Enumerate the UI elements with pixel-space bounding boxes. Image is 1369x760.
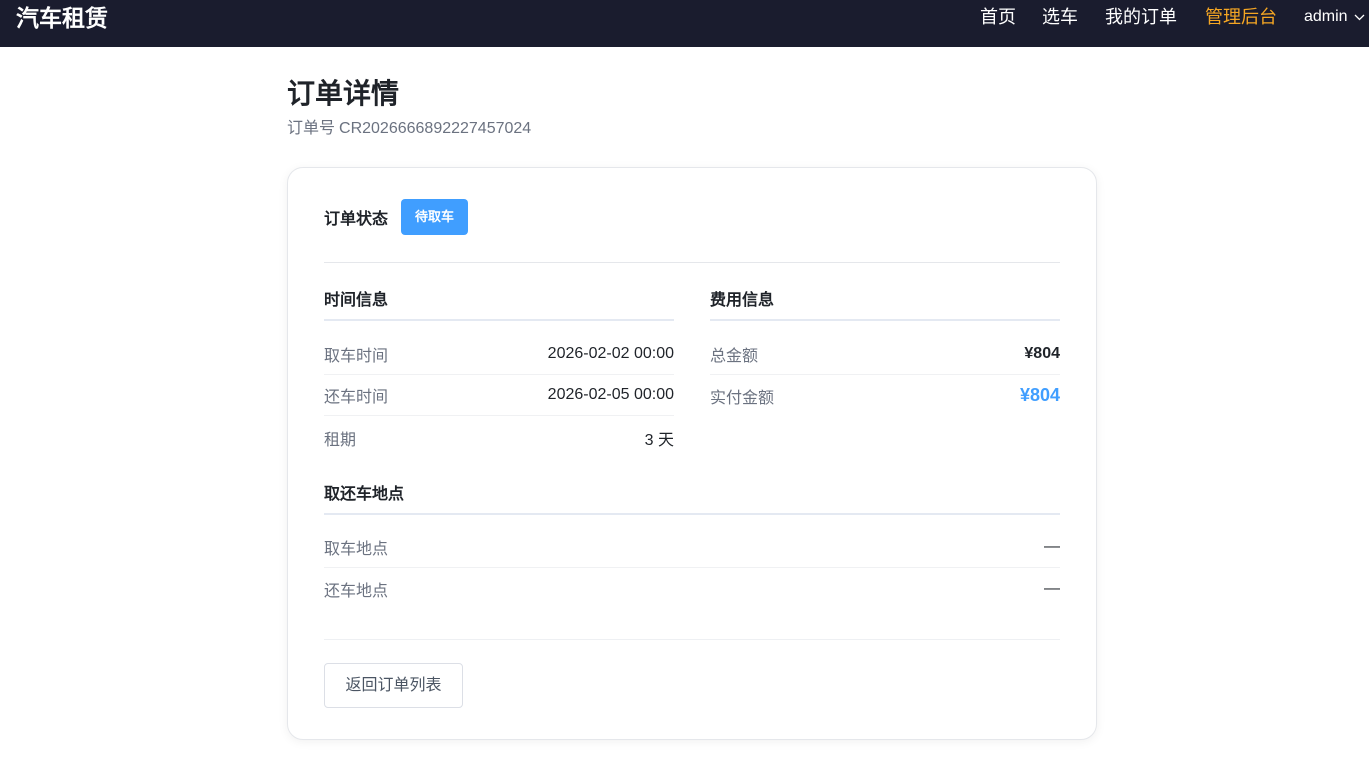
- paid-amount-value: ¥804: [1019, 385, 1060, 405]
- return-time-row: 还车时间 2026-02-05 00:00: [324, 375, 674, 416]
- user-menu[interactable]: admin: [1304, 6, 1365, 28]
- time-info-title: 时间信息: [324, 291, 674, 321]
- order-status-row: 订单状态 待取车: [324, 199, 469, 235]
- total-amount-value: ¥804: [1024, 345, 1060, 362]
- chevron-down-icon: [1354, 14, 1365, 20]
- nav-admin-link[interactable]: 管理后台: [1205, 5, 1277, 29]
- order-number-value: CR2026666892227457024: [339, 120, 532, 137]
- back-to-orders-button[interactable]: 返回订单列表: [324, 663, 463, 708]
- rental-period-value: 3 天: [644, 431, 674, 449]
- rental-period-label: 租期: [324, 431, 357, 449]
- return-time-label: 还车时间: [324, 389, 389, 406]
- return-time-value: 2026-02-05 00:00: [547, 386, 674, 403]
- location-info-title: 取还车地点: [324, 485, 1060, 515]
- paid-amount-label: 实付金额: [710, 389, 775, 407]
- order-detail-card: 订单状态 待取车 时间信息 取车时间 2026-02-02 00:00 还车时间…: [287, 167, 1097, 740]
- return-location-value: —: [1044, 579, 1060, 597]
- pickup-location-value: —: [1044, 538, 1060, 555]
- page-title: 订单详情: [287, 78, 400, 109]
- paid-amount-row: 实付金额 ¥804: [710, 375, 1060, 416]
- order-status-label: 订单状态: [324, 211, 389, 228]
- divider: [324, 639, 1060, 640]
- pickup-time-value: 2026-02-02 00:00: [547, 345, 674, 362]
- nav-home-link[interactable]: 首页: [980, 5, 1016, 29]
- total-amount-row: 总金额 ¥804: [710, 334, 1060, 375]
- pickup-location-label: 取车地点: [324, 541, 389, 558]
- pickup-location-row: 取车地点 —: [324, 527, 1060, 568]
- pickup-time-label: 取车时间: [324, 348, 389, 365]
- rental-period-row: 租期 3 天: [324, 417, 674, 458]
- order-number: 订单号 CR2026666892227457024: [287, 119, 531, 139]
- return-location-label: 还车地点: [324, 582, 389, 600]
- order-number-label: 订单号: [287, 120, 336, 137]
- divider: [324, 262, 1060, 263]
- user-name: admin: [1304, 8, 1348, 25]
- status-badge: 待取车: [401, 199, 469, 235]
- top-navbar: 汽车租赁 首页 选车 我的订单 管理后台 admin: [0, 0, 1369, 47]
- fee-info-title: 费用信息: [710, 291, 1060, 321]
- nav-my-orders-link[interactable]: 我的订单: [1105, 5, 1177, 29]
- brand-logo[interactable]: 汽车租赁: [16, 4, 108, 32]
- pickup-time-row: 取车时间 2026-02-02 00:00: [324, 334, 674, 375]
- nav-cars-link[interactable]: 选车: [1042, 5, 1078, 29]
- return-location-row: 还车地点 —: [324, 568, 1060, 609]
- total-amount-label: 总金额: [710, 348, 759, 365]
